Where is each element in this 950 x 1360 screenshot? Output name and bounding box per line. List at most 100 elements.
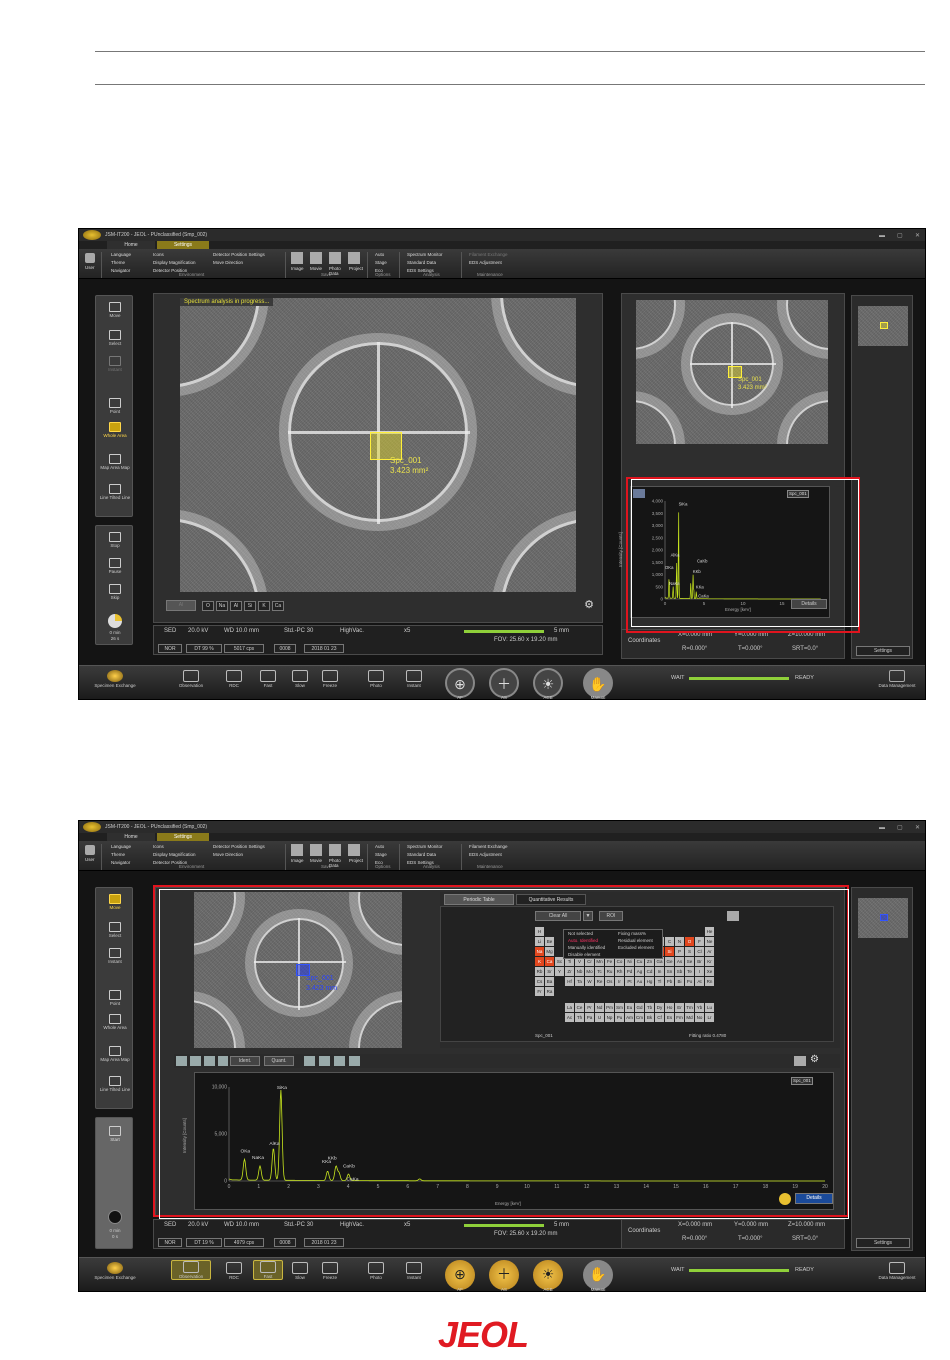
element-chip[interactable]: K	[258, 601, 270, 611]
element-chip[interactable]: Ca	[272, 601, 284, 611]
tool-line[interactable]: Line Tilted Line	[96, 1076, 134, 1092]
skip-button[interactable]: Skip	[96, 584, 134, 600]
element-chip[interactable]: Na	[216, 601, 228, 611]
icons-button[interactable]: Icons	[153, 252, 164, 257]
settings-gear-icon[interactable]: ⚙	[584, 598, 594, 611]
standard-data-button[interactable]: Standard Data	[407, 260, 436, 265]
tool-whole-area[interactable]: Whole Area	[96, 1014, 134, 1030]
element-chip[interactable]: O	[202, 601, 214, 611]
theme-button[interactable]: Theme	[111, 852, 125, 857]
user-icon[interactable]	[85, 845, 95, 855]
photo-button[interactable]: Photo	[361, 670, 391, 688]
tool-move[interactable]: Move	[96, 894, 134, 910]
save-photo-data-button[interactable]: Photo Data	[329, 858, 345, 868]
tool-instant[interactable]: Instant	[96, 948, 134, 964]
move-direction-button[interactable]: Move Direction	[213, 852, 243, 857]
tab-settings[interactable]: Settings	[157, 833, 209, 841]
display-magnification-button[interactable]: Display Magnification	[153, 852, 196, 857]
stage-button[interactable]: Stage	[375, 852, 387, 857]
save-movie-button[interactable]: Movie	[310, 858, 322, 863]
freeze-button[interactable]: Freeze	[315, 1262, 345, 1280]
language-button[interactable]: Language	[111, 844, 131, 849]
tool-map[interactable]: Map Area Map	[96, 454, 134, 470]
tool-instant[interactable]: Instant	[96, 356, 134, 372]
navigator-button[interactable]: Navigator	[111, 268, 130, 273]
display-magnification-button[interactable]: Display Magnification	[153, 260, 196, 265]
navigator-thumbnail[interactable]	[858, 306, 908, 346]
freeze-button[interactable]: Freeze	[315, 670, 345, 688]
detector-position-settings-button[interactable]: Detector Position Settings	[213, 252, 265, 257]
start-button[interactable]: Start	[96, 1126, 134, 1142]
instant-button[interactable]: Instant	[399, 670, 429, 688]
tab-home[interactable]: Home	[107, 241, 155, 249]
as-button[interactable]: ＋	[489, 1260, 519, 1290]
tool-move[interactable]: Move	[96, 302, 134, 318]
eds-adjustment-button[interactable]: EDS Adjustment	[469, 852, 502, 857]
tool-point[interactable]: Point	[96, 398, 134, 414]
data-management-button[interactable]: Data Management	[871, 1262, 923, 1280]
bottom-toolbar: Specimen Exchange Observation RDC Fast S…	[79, 1257, 925, 1292]
instant-button[interactable]: Instant	[399, 1262, 429, 1280]
spectrum-monitor-button[interactable]: Spectrum Monitor	[407, 844, 443, 849]
data-management-button[interactable]: Data Management	[871, 670, 923, 688]
element-chip[interactable]: Al	[166, 600, 196, 611]
settings-button[interactable]: Settings	[856, 1238, 910, 1248]
auto-button[interactable]: Auto	[375, 252, 384, 257]
acb-label: ACB	[543, 1287, 553, 1292]
acb-button[interactable]: ☀	[533, 1260, 563, 1290]
stage-button[interactable]: Stage	[375, 260, 387, 265]
save-image-button[interactable]: Image	[291, 266, 304, 271]
specimen-exchange-button[interactable]: Specimen Exchange	[85, 1262, 145, 1280]
theme-button[interactable]: Theme	[111, 260, 125, 265]
filament-exchange-button[interactable]: Filament Exchange	[469, 844, 508, 849]
detector-position-settings-button[interactable]: Detector Position Settings	[213, 844, 265, 849]
tab-settings[interactable]: Settings	[157, 241, 209, 249]
observation-button[interactable]: Observation	[173, 670, 209, 688]
save-project-button[interactable]: Project	[349, 858, 363, 863]
element-chip[interactable]: Al	[230, 601, 242, 611]
acb-button[interactable]: ☀	[533, 668, 563, 698]
tool-map[interactable]: Map Area Map	[96, 1046, 134, 1062]
save-movie-button[interactable]: Movie	[310, 266, 322, 271]
observation-button[interactable]: Observation	[171, 1260, 211, 1280]
stop-button[interactable]: Stop	[96, 532, 134, 548]
tab-home[interactable]: Home	[107, 833, 155, 841]
tool-point[interactable]: Point	[96, 990, 134, 1006]
save-photo-data-button[interactable]: Photo Data	[329, 266, 345, 276]
settings-button[interactable]: Settings	[856, 646, 910, 656]
specimen-exchange-button[interactable]: Specimen Exchange	[85, 670, 145, 688]
tool-line[interactable]: Line Tilted Line	[96, 484, 134, 500]
roi-box	[880, 914, 888, 921]
as-button[interactable]: ＋	[489, 668, 519, 698]
tool-whole-area[interactable]: Whole Area	[96, 422, 134, 438]
tool-select[interactable]: Select	[96, 922, 134, 938]
spectrum-monitor-button[interactable]: Spectrum Monitor	[407, 252, 443, 257]
af-button[interactable]: ⊕	[445, 1260, 475, 1290]
af-button[interactable]: ⊕	[445, 668, 475, 698]
auto-button[interactable]: Auto	[375, 844, 384, 849]
acquisition-controls: Stop Pause Skip 0 min 26 s	[95, 525, 133, 645]
fast-button[interactable]: Fast	[253, 670, 283, 688]
filament-exchange-button[interactable]: Filament Exchange	[469, 252, 508, 257]
save-project-button[interactable]: Project	[349, 266, 363, 271]
icons-button[interactable]: Icons	[153, 844, 164, 849]
language-button[interactable]: Language	[111, 252, 131, 257]
user-icon[interactable]	[85, 253, 95, 263]
standard-data-button[interactable]: Standard Data	[407, 852, 436, 857]
slow-button[interactable]: Slow	[285, 1262, 315, 1280]
rdc-button[interactable]: RDC	[219, 1262, 249, 1280]
slow-button[interactable]: Slow	[285, 670, 315, 688]
tool-select[interactable]: Select	[96, 330, 134, 346]
eds-adjustment-button[interactable]: EDS Adjustment	[469, 260, 502, 265]
navigator-button[interactable]: Navigator	[111, 860, 130, 865]
element-chip[interactable]: Si	[244, 601, 256, 611]
save-image-button[interactable]: Image	[291, 858, 304, 863]
fast-button[interactable]: Fast	[253, 1260, 283, 1280]
manual-button[interactable]: ✋	[583, 668, 613, 698]
rdc-button[interactable]: RDC	[219, 670, 249, 688]
photo-button[interactable]: Photo	[361, 1262, 391, 1280]
manual-button[interactable]: ✋	[583, 1260, 613, 1290]
move-direction-button[interactable]: Move Direction	[213, 260, 243, 265]
navigator-thumbnail[interactable]	[858, 898, 908, 938]
pause-button[interactable]: Pause	[96, 558, 134, 574]
